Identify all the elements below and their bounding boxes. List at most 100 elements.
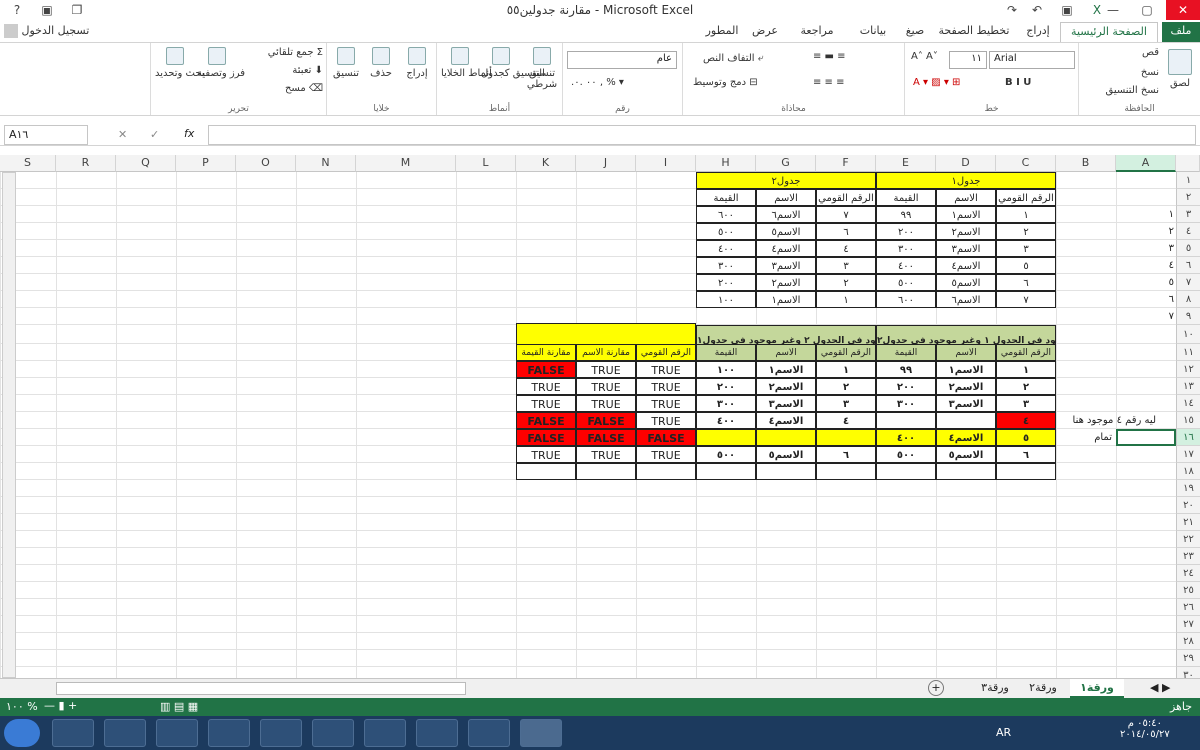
font-color-button[interactable]: A ▾ ▨ ▾ ⊞ bbox=[913, 77, 960, 88]
row-header[interactable]: ١٥ bbox=[1176, 412, 1200, 429]
col-header-E[interactable]: E bbox=[876, 155, 936, 172]
cancel-icon[interactable]: ✕ bbox=[118, 128, 127, 141]
sheet-nav-icons[interactable]: ◀ ▶ bbox=[1150, 681, 1170, 694]
row-header[interactable]: ١٩ bbox=[1176, 480, 1200, 497]
enter-icon[interactable]: ✓ bbox=[150, 128, 159, 141]
col-header-G[interactable]: G bbox=[756, 155, 816, 172]
fs-icon[interactable] bbox=[364, 719, 406, 747]
format-cells-button[interactable]: تنسيق bbox=[329, 47, 363, 79]
row-header[interactable]: ١٠ bbox=[1176, 325, 1200, 344]
selected-cell[interactable] bbox=[1116, 429, 1176, 446]
delete-cells-button[interactable]: حذف bbox=[365, 47, 397, 79]
bold-button[interactable]: B I U bbox=[1005, 77, 1031, 88]
align-top-icons[interactable]: ≡ ▬ ≡ bbox=[813, 51, 846, 62]
row-header[interactable]: ١٦ bbox=[1176, 429, 1200, 446]
insert-cells-button[interactable]: إدراج bbox=[401, 47, 433, 79]
tab-review[interactable]: مراجعة bbox=[788, 22, 846, 42]
chrome-icon[interactable] bbox=[260, 719, 302, 747]
col-header-D[interactable]: D bbox=[936, 155, 996, 172]
row-header[interactable]: ١٢ bbox=[1176, 361, 1200, 378]
row-header[interactable]: ٢٤ bbox=[1176, 565, 1200, 582]
name-box[interactable]: A١٦ bbox=[4, 125, 88, 145]
col-header-P[interactable]: P bbox=[176, 155, 236, 172]
row-header[interactable]: ٧ bbox=[1176, 274, 1200, 291]
row-header[interactable]: ١٧ bbox=[1176, 446, 1200, 463]
font-size-select[interactable]: ١١ bbox=[949, 51, 987, 69]
tab-page-layout[interactable]: تخطيط الصفحة bbox=[934, 22, 1014, 42]
worksheet-grid[interactable]: A B C D E F G H I J K L M N O P Q R S ١ ٢ ٣ ٤ ٥ ٦ ٧ ٨ ٩ ١٠ ١١ ١٢ ١٣ ١٤ ١٥… bbox=[0, 155, 1200, 678]
col-header-I[interactable]: I bbox=[636, 155, 696, 172]
clear-button[interactable]: مسح ⌫ bbox=[239, 83, 323, 94]
clock[interactable]: ٠٥:٤٠ م ٢٠١٤/٠٥/٢٧ bbox=[1120, 718, 1170, 740]
view-buttons[interactable]: ▥ ▤ ▦ bbox=[160, 700, 198, 713]
sheet-tab-3[interactable]: ورقة٣ bbox=[972, 681, 1018, 694]
row-header[interactable]: ٣ bbox=[1176, 206, 1200, 223]
media-icon[interactable] bbox=[156, 719, 198, 747]
col-header-L[interactable]: L bbox=[456, 155, 516, 172]
row-header[interactable]: ٢٩ bbox=[1176, 650, 1200, 667]
row-header[interactable]: ٢٧ bbox=[1176, 616, 1200, 633]
col-header-J[interactable]: J bbox=[576, 155, 636, 172]
row-header[interactable]: ٢٦ bbox=[1176, 599, 1200, 616]
col-header-N[interactable]: N bbox=[296, 155, 356, 172]
col-header-H[interactable]: H bbox=[696, 155, 756, 172]
row-header[interactable]: ٢٠ bbox=[1176, 497, 1200, 514]
row-header[interactable]: ٣٠ bbox=[1176, 667, 1200, 678]
zoom-slider[interactable]: — ▮ + bbox=[44, 699, 77, 712]
vertical-scrollbar[interactable] bbox=[2, 172, 16, 678]
key-icon[interactable] bbox=[416, 719, 458, 747]
col-header-Q[interactable]: Q bbox=[116, 155, 176, 172]
merge-center-button[interactable]: دمج وتوسيط ⊟ bbox=[693, 77, 758, 88]
horizontal-scrollbar[interactable] bbox=[56, 682, 466, 695]
cell-styles-button[interactable]: أنماط الخلايا bbox=[441, 47, 492, 79]
row-header[interactable]: ١٤ bbox=[1176, 395, 1200, 412]
row-header[interactable]: ٥ bbox=[1176, 240, 1200, 257]
tab-developer[interactable]: المطور bbox=[700, 22, 744, 42]
add-sheet-button[interactable]: + bbox=[928, 680, 944, 696]
help-icon[interactable]: ? bbox=[0, 0, 34, 20]
formula-input[interactable] bbox=[208, 125, 1196, 145]
number-format-select[interactable]: عام bbox=[567, 51, 677, 69]
app-icon[interactable] bbox=[208, 719, 250, 747]
sheet-tab-1[interactable]: ورقة١ bbox=[1070, 679, 1124, 698]
autosum-button[interactable]: جمع تلقائي Σ bbox=[239, 47, 323, 58]
fill-button[interactable]: تعبئة ⬇ bbox=[239, 65, 323, 76]
row-header[interactable]: ٢ bbox=[1176, 189, 1200, 206]
find-select-button[interactable]: بحث وتحديد bbox=[155, 47, 205, 79]
font-grow-icon[interactable]: A˄ A˅ bbox=[911, 51, 938, 62]
copy-button[interactable]: نسخ bbox=[1099, 67, 1159, 78]
col-header-M[interactable]: M bbox=[356, 155, 456, 172]
sheet-tab-2[interactable]: ورقة٢ bbox=[1020, 681, 1066, 694]
start-button[interactable] bbox=[4, 719, 40, 747]
col-header-B[interactable]: B bbox=[1056, 155, 1116, 172]
row-header[interactable]: ٦ bbox=[1176, 257, 1200, 274]
col-header-A[interactable]: A bbox=[1116, 155, 1176, 172]
row-header[interactable]: ٩ bbox=[1176, 308, 1200, 325]
cut-button[interactable]: قص bbox=[1099, 47, 1159, 58]
col-header-O[interactable]: O bbox=[236, 155, 296, 172]
tab-file[interactable]: ملف bbox=[1162, 22, 1200, 42]
tab-data[interactable]: بيانات bbox=[850, 22, 896, 42]
language-indicator[interactable]: AR bbox=[996, 726, 1011, 739]
row-header[interactable]: ٢٣ bbox=[1176, 548, 1200, 565]
tab-view[interactable]: عرض bbox=[746, 22, 784, 42]
font-name-select[interactable]: Arial bbox=[989, 51, 1075, 69]
row-header[interactable]: ٢١ bbox=[1176, 514, 1200, 531]
maximize-button[interactable]: ▢ bbox=[1130, 0, 1164, 20]
row-header[interactable]: ١٣ bbox=[1176, 378, 1200, 395]
col-header-K[interactable]: K bbox=[516, 155, 576, 172]
tab-formulas[interactable]: صيغ bbox=[898, 22, 932, 42]
col-header-S[interactable]: S bbox=[0, 155, 56, 172]
row-header[interactable]: ١ bbox=[1176, 172, 1200, 189]
tab-home[interactable]: الصفحة الرئيسية bbox=[1060, 22, 1158, 42]
close-button[interactable]: ✕ bbox=[1166, 0, 1200, 20]
col-header-C[interactable]: C bbox=[996, 155, 1056, 172]
fx-icon[interactable]: fx bbox=[184, 127, 194, 140]
wrap-text-button[interactable]: التفاف النص ⤶ bbox=[703, 53, 763, 64]
keyboard-icon[interactable] bbox=[312, 719, 354, 747]
tab-insert[interactable]: إدراج bbox=[1018, 22, 1058, 42]
ie-icon[interactable] bbox=[52, 719, 94, 747]
row-header[interactable]: ٢٨ bbox=[1176, 633, 1200, 650]
number-format-icons[interactable]: .٠٠ .٠ , % ▾ bbox=[571, 77, 624, 88]
paste-button[interactable]: لصق bbox=[1163, 49, 1197, 89]
